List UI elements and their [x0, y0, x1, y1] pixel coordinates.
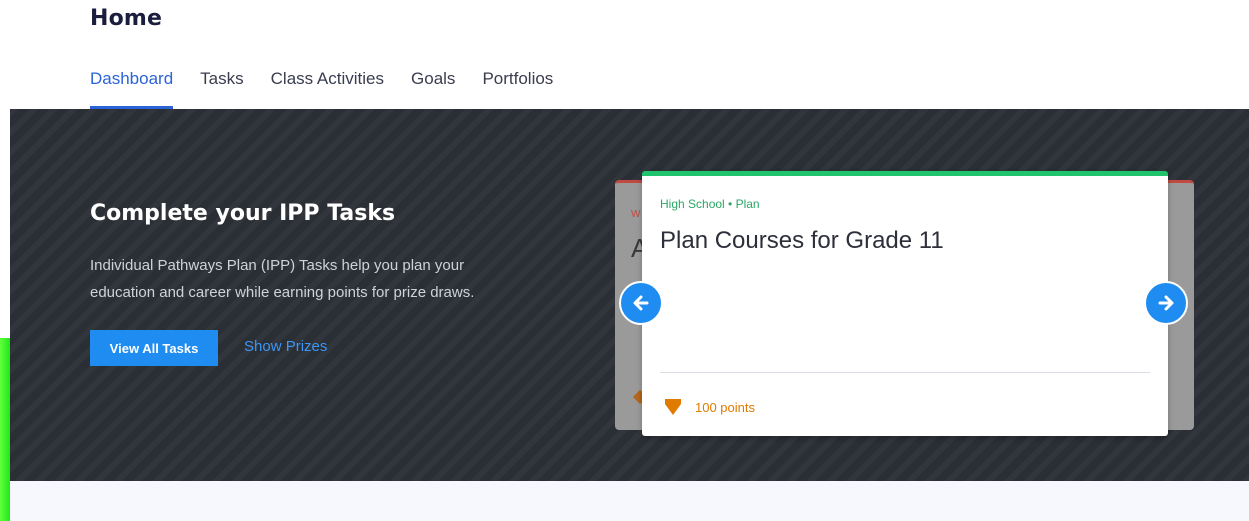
task-card[interactable]: High School • Plan Plan Courses for Grad…: [642, 171, 1168, 436]
tab-bar: Dashboard Tasks Class Activities Goals P…: [90, 58, 580, 109]
green-edge-strip: [0, 338, 10, 521]
hero-heading: Complete your IPP Tasks: [90, 201, 396, 226]
tab-tasks[interactable]: Tasks: [200, 58, 243, 109]
task-card-points: 100 points: [695, 400, 755, 415]
view-all-tasks-button[interactable]: View All Tasks: [90, 330, 218, 366]
content-area: [10, 481, 1249, 521]
background-card-category: W: [631, 209, 641, 220]
tab-class-activities[interactable]: Class Activities: [271, 58, 384, 109]
show-prizes-link[interactable]: Show Prizes: [244, 338, 327, 355]
task-card-title: Plan Courses for Grade 11: [660, 227, 944, 254]
tab-portfolios[interactable]: Portfolios: [482, 58, 553, 109]
arrow-right-icon: [1158, 295, 1174, 311]
page-title: Home: [90, 6, 163, 31]
task-card-category: High School • Plan: [660, 197, 760, 211]
diamond-icon: [665, 399, 681, 415]
carousel-next-button[interactable]: [1144, 281, 1188, 325]
tab-goals[interactable]: Goals: [411, 58, 455, 109]
hero-banner: Complete your IPP Tasks Individual Pathw…: [10, 109, 1249, 481]
tab-dashboard[interactable]: Dashboard: [90, 58, 174, 109]
hero-description: Individual Pathways Plan (IPP) Tasks hel…: [90, 257, 475, 301]
carousel-prev-button[interactable]: [619, 281, 663, 325]
arrow-left-icon: [633, 295, 649, 311]
task-card-divider: [660, 372, 1150, 373]
